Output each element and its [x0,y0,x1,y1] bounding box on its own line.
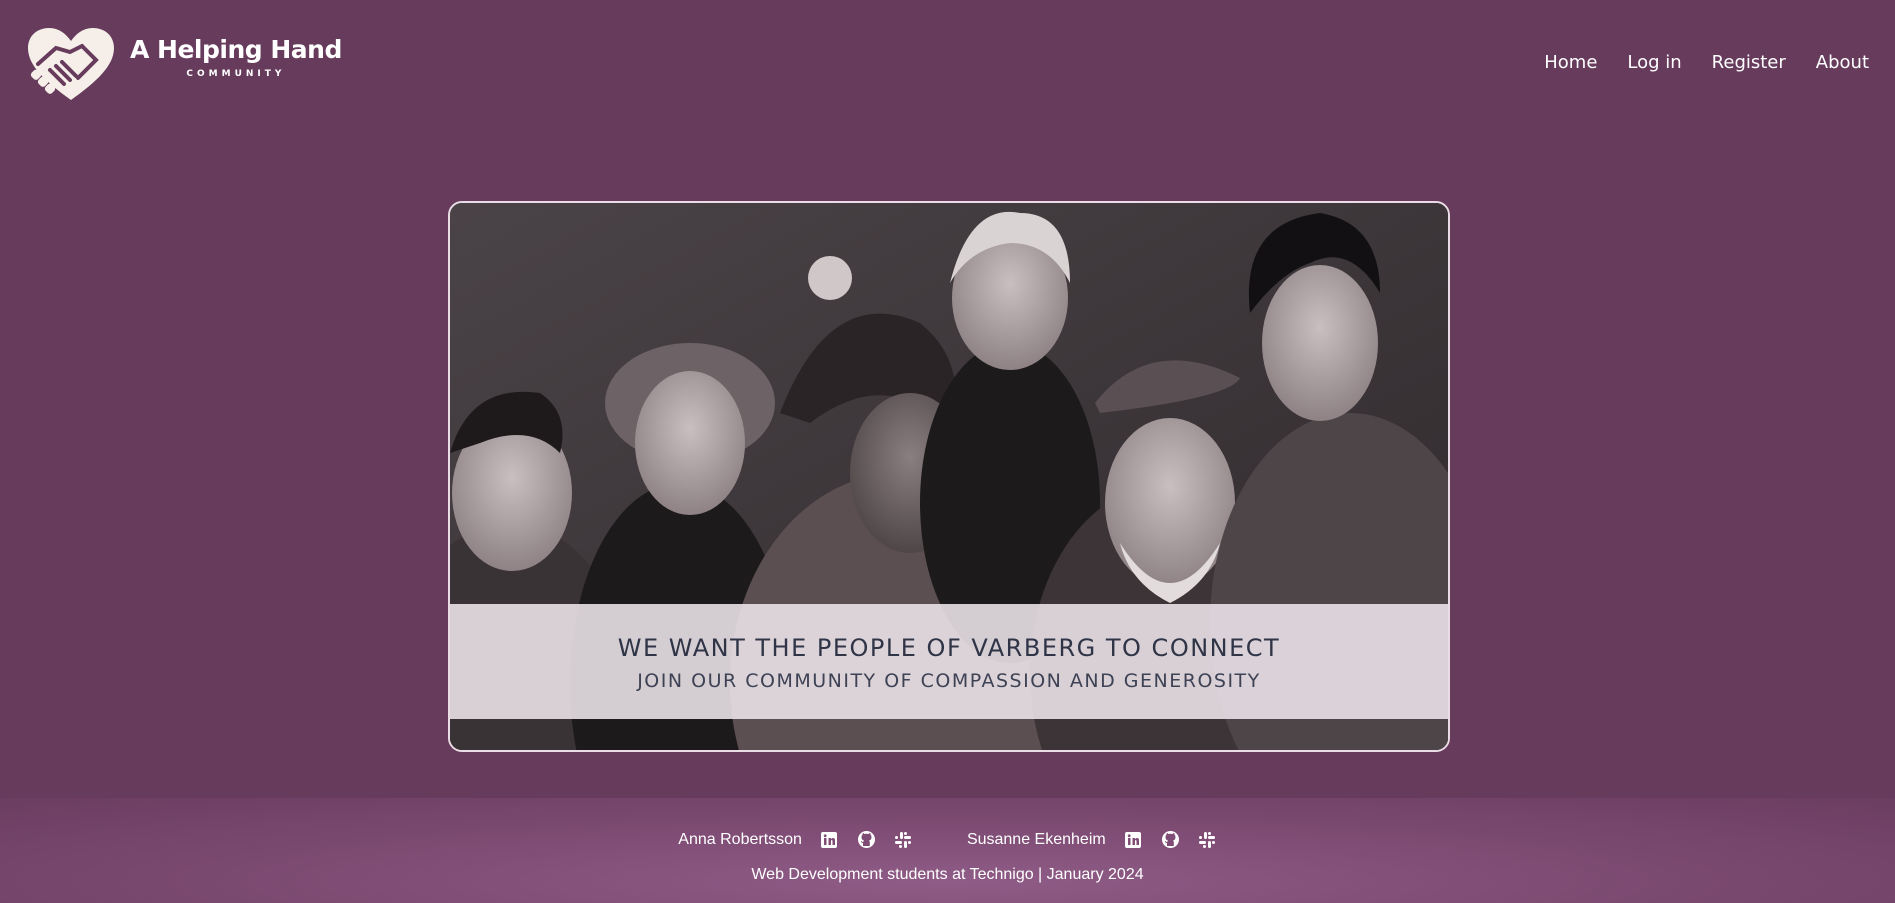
author-name: Anna Robertsson [678,830,802,848]
slack-icon[interactable] [894,830,913,849]
logo-subtitle: COMMUNITY [186,69,286,79]
linkedin-icon[interactable] [820,830,839,849]
footer-note: Web Development students at Technigo | J… [751,866,1144,883]
site-header: A Helping Hand COMMUNITY Home Log in Reg… [0,0,1895,130]
nav-about[interactable]: About [1816,52,1869,73]
github-icon[interactable] [857,830,876,849]
logo-title: A Helping Hand [130,35,342,64]
author-name: Susanne Ekenheim [966,830,1106,848]
heart-handshake-icon [28,28,114,100]
hero-card: WE WANT THE PEOPLE OF VARBERG TO CONNECT… [448,201,1450,752]
nav-login[interactable]: Log in [1627,52,1681,73]
linkedin-icon[interactable] [1124,830,1143,849]
github-icon[interactable] [1161,830,1180,849]
author-susanne: Susanne Ekenheim [967,830,1217,849]
hero-title: WE WANT THE PEOPLE OF VARBERG TO CONNECT [617,634,1281,662]
site-footer: Anna Robertsson Susanne Ekenheim Web Dev… [0,798,1895,903]
logo[interactable]: A Helping Hand COMMUNITY [26,26,342,102]
nav-register[interactable]: Register [1712,52,1786,73]
hero-subtitle: JOIN OUR COMMUNITY OF COMPASSION AND GEN… [637,670,1261,692]
main-nav: Home Log in Register About [1544,52,1869,73]
slack-icon[interactable] [1198,830,1217,849]
author-anna: Anna Robertsson [678,830,913,849]
nav-home[interactable]: Home [1544,52,1597,73]
hero-caption: WE WANT THE PEOPLE OF VARBERG TO CONNECT… [450,604,1448,719]
